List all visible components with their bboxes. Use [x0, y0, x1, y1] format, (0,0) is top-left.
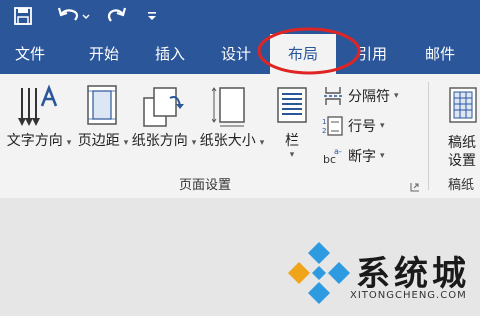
line-numbers-icon: 12 — [322, 116, 343, 136]
save-icon[interactable] — [10, 4, 36, 28]
manuscript-label-1: 稿纸 — [448, 135, 476, 151]
svg-text:a-: a- — [334, 147, 342, 156]
hyphenation-icon: bca- — [323, 147, 342, 166]
margins-button[interactable]: 页边距 ▾ — [76, 78, 130, 168]
hyphenation-label: 断字 — [348, 149, 376, 165]
page-setup-group-label: 页面设置 — [178, 178, 231, 193]
tab-mailings[interactable]: 邮件 — [412, 34, 468, 74]
hyphenation-button[interactable]: bc a- 断字 ▾ — [322, 144, 385, 168]
page-size-icon — [212, 87, 245, 127]
columns-icon — [277, 87, 307, 123]
manuscript-label-2: 设置 — [448, 153, 476, 169]
tab-file[interactable]: 文件 — [0, 34, 60, 74]
line-numbers-label: 行号 — [348, 119, 376, 135]
orientation-label: 纸张方向 — [131, 133, 188, 149]
breaks-button[interactable]: 分隔符 ▾ — [322, 84, 399, 108]
text-direction-icon — [18, 84, 58, 126]
line-numbers-button[interactable]: 12 行号 ▾ — [322, 114, 385, 138]
breaks-label: 分隔符 — [348, 89, 390, 105]
margins-icon — [87, 85, 117, 125]
watermark-url: XITONGCHENG.COM — [350, 290, 467, 301]
size-button[interactable]: 纸张大小 ▾ — [198, 78, 266, 168]
text-direction-label: 文字方向 — [6, 133, 63, 149]
dialog-launcher-icon[interactable] — [410, 182, 420, 192]
manuscript-group-label: 稿纸 — [448, 178, 475, 193]
orientation-button[interactable]: 纸张方向 ▾ — [130, 78, 198, 168]
manuscript-icon — [449, 87, 477, 123]
columns-label: 栏 — [285, 133, 299, 149]
watermark-logo-icon — [288, 242, 350, 304]
svg-text:1: 1 — [322, 118, 326, 126]
orientation-icon — [143, 87, 184, 127]
manuscript-button[interactable]: 稿纸 设置 稿纸 — [440, 80, 480, 193]
customize-icon[interactable] — [144, 4, 160, 28]
undo-icon[interactable] — [56, 4, 92, 28]
redo-icon[interactable] — [104, 4, 130, 28]
text-direction-button[interactable]: 文字方向 ▾ — [4, 78, 74, 168]
columns-button[interactable]: 栏 ▾ — [270, 78, 314, 168]
breaks-icon — [324, 87, 342, 105]
group-separator — [428, 82, 429, 190]
size-label: 纸张大小 — [199, 133, 256, 149]
watermark-text: 系统城 — [356, 254, 470, 294]
tab-home[interactable]: 开始 — [76, 34, 132, 74]
tab-insert[interactable]: 插入 — [142, 34, 198, 74]
margins-label: 页边距 — [77, 133, 120, 149]
svg-text:2: 2 — [322, 127, 326, 135]
annotation-circle — [257, 27, 361, 75]
